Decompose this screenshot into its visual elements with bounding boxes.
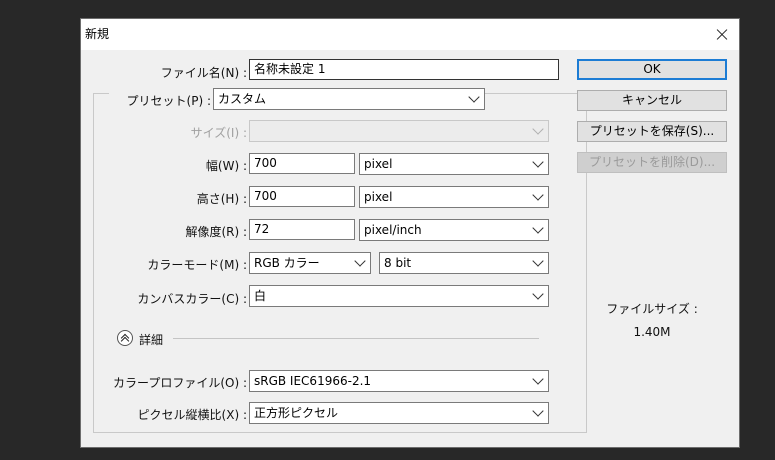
size-select bbox=[249, 120, 549, 142]
file-name-label: ファイル名(N) : bbox=[160, 66, 247, 80]
file-size-value: 1.40M bbox=[633, 325, 671, 339]
color-mode-value: RGB カラー bbox=[254, 256, 320, 270]
chevron-down-icon bbox=[354, 255, 366, 267]
new-document-dialog: 新規 ファイル名(N) : 名称未設定 1 プリセット(P) : カスタム サイ… bbox=[80, 18, 740, 448]
color-profile-value: sRGB IEC61966-2.1 bbox=[254, 374, 372, 388]
resolution-unit-value: pixel/inch bbox=[364, 223, 422, 237]
chevron-down-icon bbox=[532, 222, 544, 234]
resolution-unit-select[interactable]: pixel/inch bbox=[359, 219, 549, 241]
canvas-color-value: 白 bbox=[254, 289, 267, 303]
chevron-down-icon bbox=[532, 189, 544, 201]
chevron-down-icon bbox=[532, 156, 544, 168]
width-unit-select[interactable]: pixel bbox=[359, 153, 549, 175]
chevron-down-icon bbox=[532, 123, 544, 135]
width-unit-value: pixel bbox=[364, 157, 393, 171]
close-icon[interactable] bbox=[701, 19, 739, 50]
height-label: 高さ(H) : bbox=[196, 192, 247, 206]
chevron-down-icon bbox=[468, 91, 480, 103]
title-bar: 新規 bbox=[81, 19, 739, 50]
color-mode-select[interactable]: RGB カラー bbox=[249, 252, 371, 274]
color-profile-select[interactable]: sRGB IEC61966-2.1 bbox=[249, 370, 549, 392]
details-divider bbox=[173, 338, 539, 339]
height-unit-select[interactable]: pixel bbox=[359, 186, 549, 208]
save-preset-button[interactable]: プリセットを保存(S)... bbox=[577, 121, 727, 142]
pixel-aspect-value: 正方形ピクセル bbox=[254, 406, 339, 420]
bit-depth-value: 8 bit bbox=[384, 256, 412, 270]
canvas-color-label: カンバスカラー(C) : bbox=[137, 292, 247, 306]
color-mode-label: カラーモード(M) : bbox=[147, 258, 247, 272]
file-size-label: ファイルサイズ : bbox=[606, 302, 698, 316]
ok-button[interactable]: OK bbox=[577, 59, 727, 80]
resolution-label: 解像度(R) : bbox=[185, 225, 247, 239]
height-input[interactable]: 700 bbox=[249, 186, 355, 207]
preset-label: プリセット(P) : bbox=[126, 94, 211, 108]
delete-preset-button: プリセットを削除(D)... bbox=[577, 152, 727, 173]
file-name-input[interactable]: 名称未設定 1 bbox=[249, 59, 559, 80]
chevron-down-icon bbox=[532, 255, 544, 267]
preset-value: カスタム bbox=[218, 92, 267, 106]
width-input[interactable]: 700 bbox=[249, 153, 355, 174]
pixel-aspect-select[interactable]: 正方形ピクセル bbox=[249, 402, 549, 424]
collapse-up-icon[interactable] bbox=[117, 330, 133, 346]
canvas-color-select[interactable]: 白 bbox=[249, 285, 549, 307]
dialog-title: 新規 bbox=[85, 27, 110, 41]
cancel-button[interactable]: キャンセル bbox=[577, 90, 727, 111]
size-label: サイズ(I) : bbox=[190, 126, 247, 140]
preset-select[interactable]: カスタム bbox=[213, 88, 485, 110]
chevron-down-icon bbox=[532, 373, 544, 385]
chevron-down-icon bbox=[532, 288, 544, 300]
resolution-input[interactable]: 72 bbox=[249, 219, 355, 240]
height-unit-value: pixel bbox=[364, 190, 393, 204]
color-profile-label: カラープロファイル(O) : bbox=[113, 376, 247, 390]
chevron-down-icon bbox=[532, 405, 544, 417]
bit-depth-select[interactable]: 8 bit bbox=[379, 252, 549, 274]
pixel-aspect-label: ピクセル縦横比(X) : bbox=[137, 408, 247, 422]
width-label: 幅(W) : bbox=[205, 159, 247, 173]
details-label: 詳細 bbox=[139, 333, 164, 347]
